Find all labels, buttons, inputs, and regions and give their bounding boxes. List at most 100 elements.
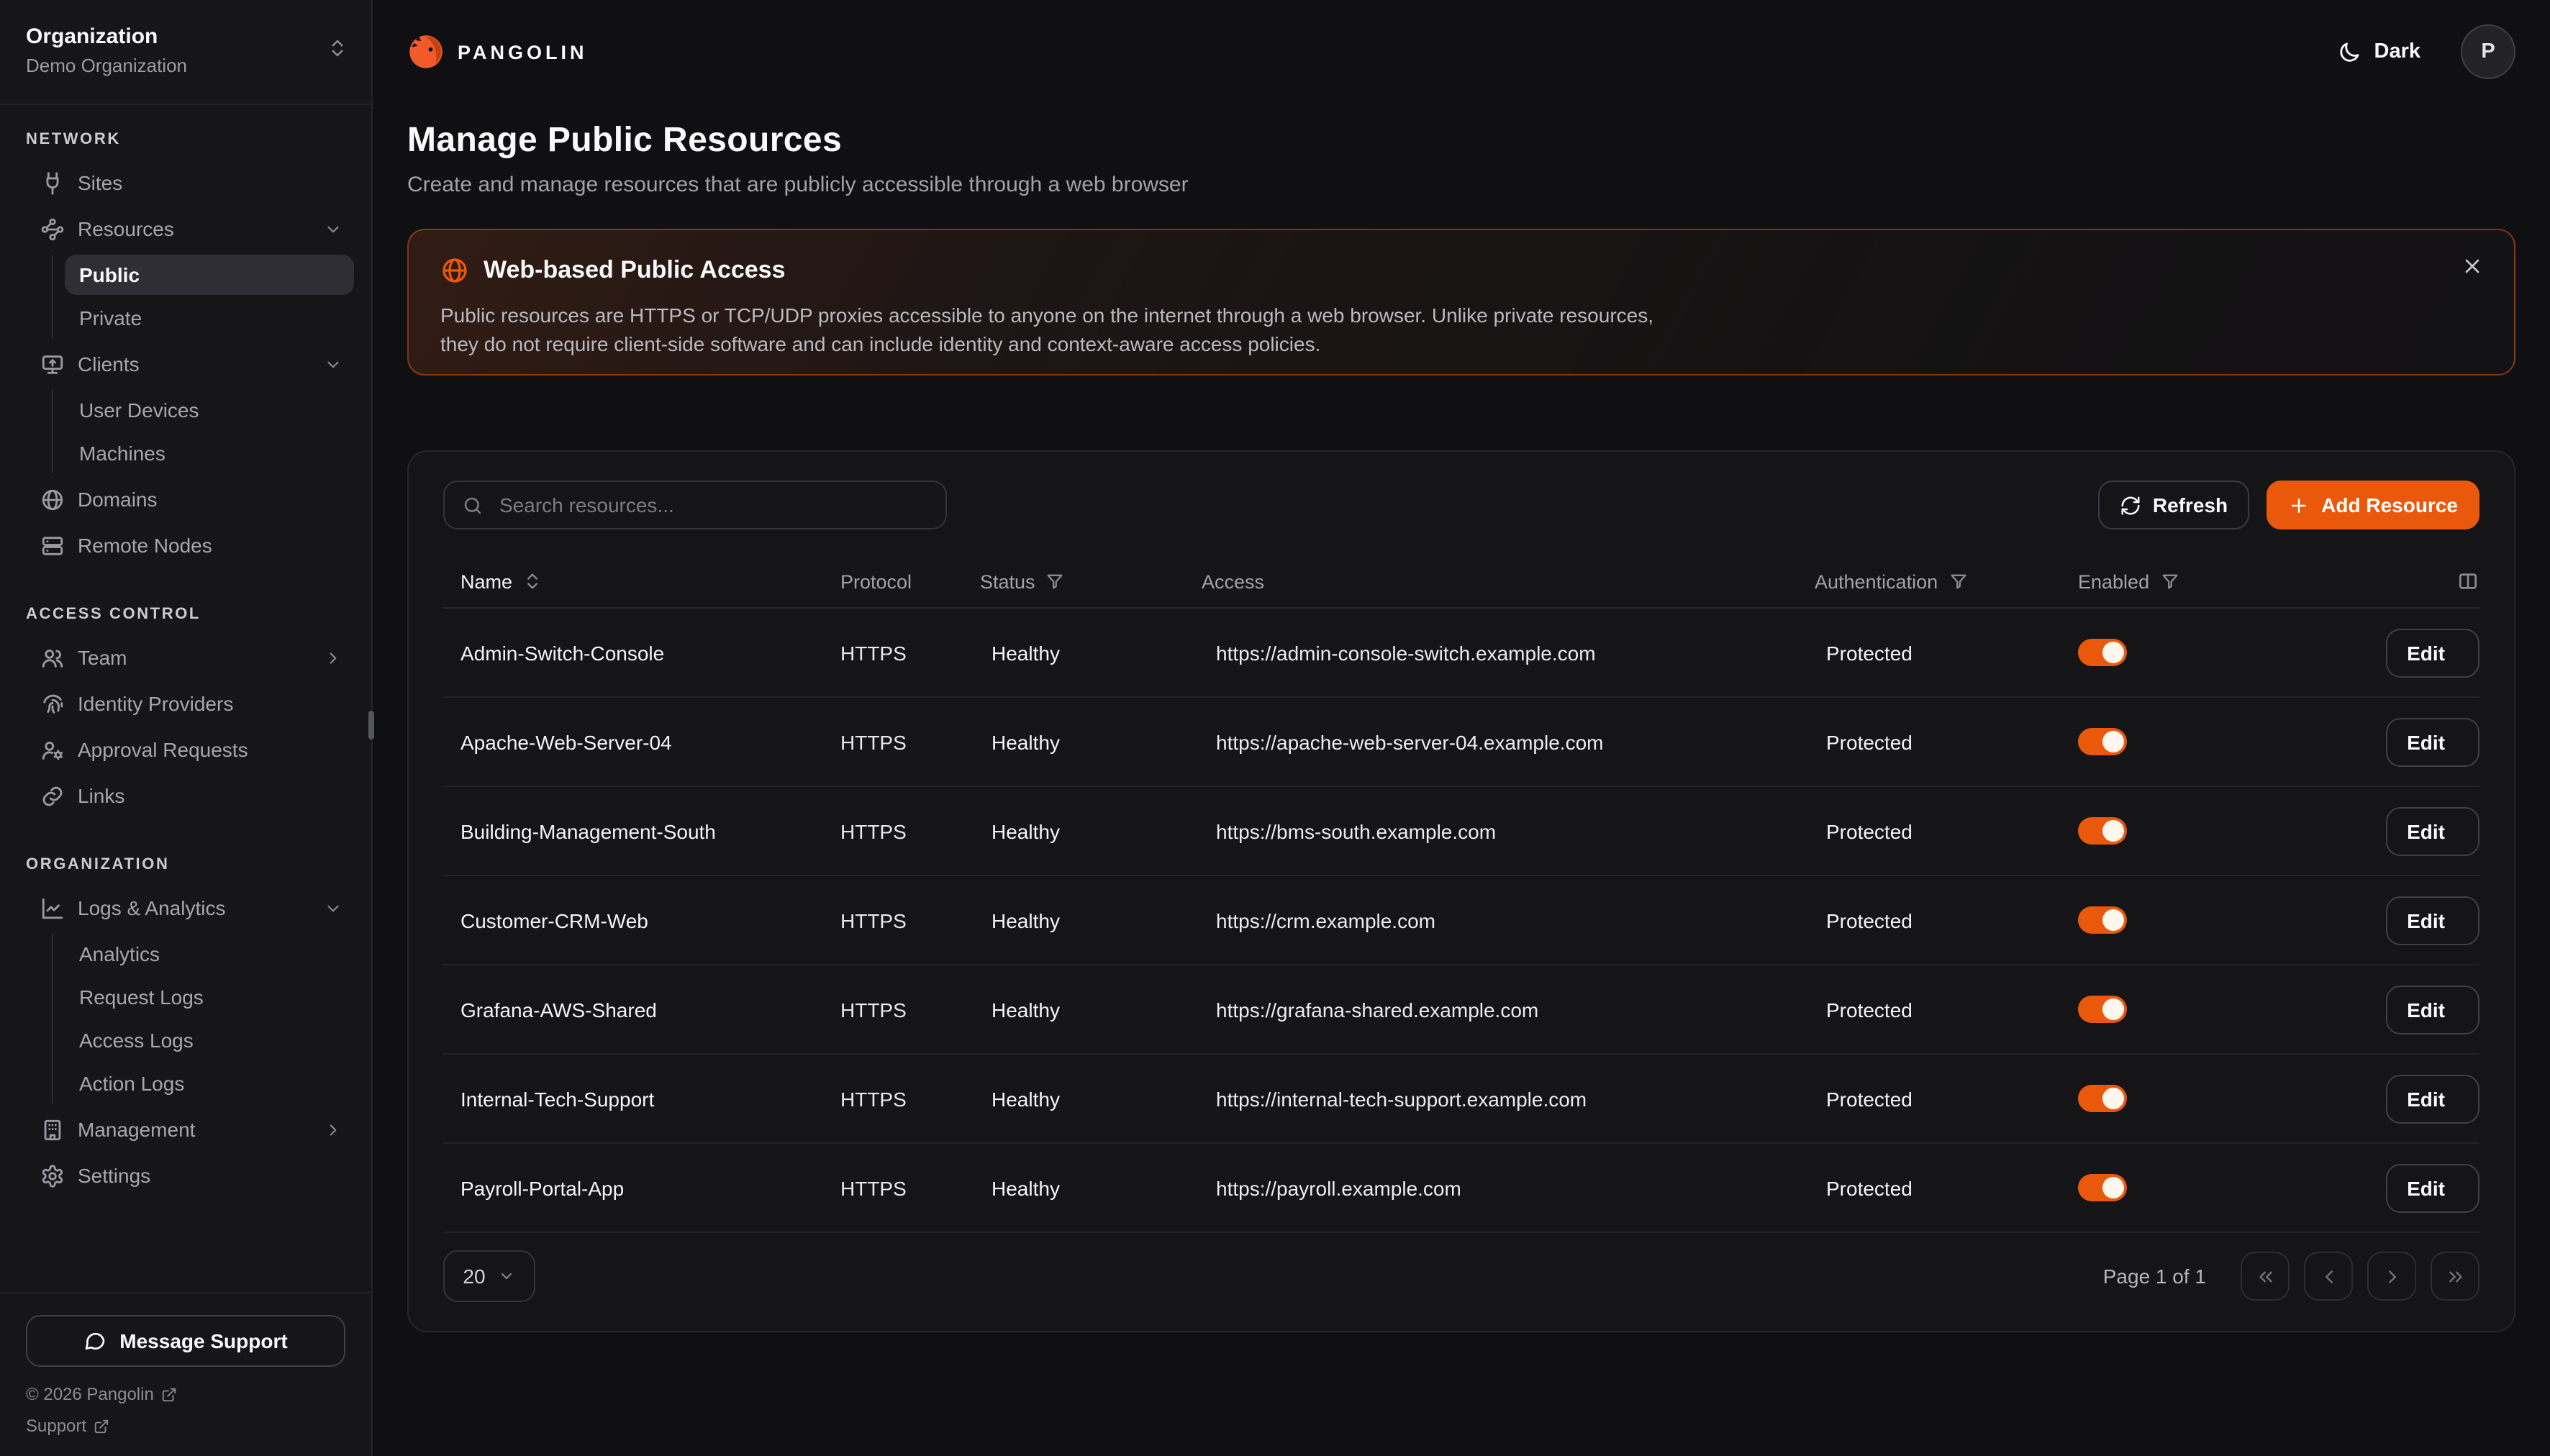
sidebar-item-management[interactable]: Management (26, 1106, 354, 1152)
resource-url[interactable]: https://payroll.example.com (1216, 1176, 1461, 1199)
banner-close-button[interactable] (2455, 249, 2490, 283)
resource-url[interactable]: https://crm.example.com (1216, 909, 1435, 932)
enabled-toggle[interactable] (2078, 1174, 2127, 1201)
enabled-toggle[interactable] (2078, 728, 2127, 755)
status-dropdown[interactable]: Healthy (980, 1087, 1202, 1110)
edit-button[interactable]: Edit (2385, 1074, 2479, 1123)
previous-page-button[interactable] (2304, 1252, 2353, 1301)
row-menu-button[interactable] (2356, 650, 2362, 655)
enabled-toggle[interactable] (2078, 639, 2127, 666)
sidebar-item-label: Domains (78, 488, 342, 511)
status-dropdown[interactable]: Healthy (980, 909, 1202, 932)
sidebar-item-analytics[interactable]: Analytics (65, 934, 354, 974)
copyright-link[interactable]: © 2026 Pangolin (26, 1384, 345, 1404)
search-input[interactable] (496, 492, 928, 518)
sidebar-resize-handle[interactable] (368, 711, 374, 740)
chevron-right-icon (2381, 1265, 2402, 1287)
sidebar-item-remote-nodes[interactable]: Remote Nodes (26, 522, 354, 568)
resource-access: https://payroll.example.com (1202, 1176, 1815, 1199)
row-menu-button[interactable] (2356, 1096, 2362, 1101)
sidebar-item-access-logs[interactable]: Access Logs (65, 1020, 354, 1060)
message-support-button[interactable]: Message Support (26, 1315, 345, 1367)
table-row[interactable]: Building-Management-South HTTPS Healthy … (443, 787, 2479, 876)
theme-toggle-button[interactable]: Dark (2328, 38, 2430, 65)
status-dropdown[interactable]: Healthy (980, 730, 1202, 753)
sidebar-item-action-logs[interactable]: Action Logs (65, 1063, 354, 1104)
brand[interactable]: PANGOLIN (407, 33, 588, 70)
sidebar-item-logs-analytics[interactable]: Logs & Analytics (26, 885, 354, 931)
sidebar-item-label: Machines (79, 442, 340, 465)
sidebar-item-identity-providers[interactable]: Identity Providers (26, 681, 354, 727)
org-switcher[interactable]: Organization Demo Organization (0, 0, 371, 105)
row-menu-button[interactable] (2356, 1185, 2362, 1191)
avatar-initial: P (2481, 40, 2495, 63)
page-size-value: 20 (463, 1265, 485, 1288)
sidebar-item-approval-requests[interactable]: Approval Requests (26, 727, 354, 773)
enabled-toggle[interactable] (2078, 996, 2127, 1023)
resource-url[interactable]: https://grafana-shared.example.com (1216, 998, 1538, 1021)
sidebar-item-private[interactable]: Private (65, 298, 354, 338)
add-resource-button[interactable]: Add Resource (2267, 481, 2479, 529)
filter-icon[interactable] (1045, 571, 1066, 591)
row-menu-button[interactable] (2356, 1006, 2362, 1012)
sidebar-item-label: Approval Requests (78, 738, 342, 761)
sidebar-item-request-logs[interactable]: Request Logs (65, 977, 354, 1017)
table-row[interactable]: Admin-Switch-Console HTTPS Healthy https… (443, 609, 2479, 698)
next-page-button[interactable] (2367, 1252, 2416, 1301)
row-menu-button[interactable] (2356, 739, 2362, 745)
columns-icon[interactable] (2456, 570, 2479, 593)
sidebar-item-links[interactable]: Links (26, 773, 354, 819)
sidebar-item-public[interactable]: Public (65, 255, 354, 295)
filter-icon[interactable] (1948, 571, 1968, 591)
sidebar-item-sites[interactable]: Sites (26, 160, 354, 206)
filter-icon[interactable] (2159, 571, 2179, 591)
first-page-button[interactable] (2241, 1252, 2290, 1301)
edit-button[interactable]: Edit (2385, 717, 2479, 766)
resource-protocol: HTTPS (840, 1087, 980, 1110)
table-row[interactable]: Grafana-AWS-Shared HTTPS Healthy https:/… (443, 965, 2479, 1055)
resource-url[interactable]: https://internal-tech-support.example.co… (1216, 1087, 1587, 1110)
resource-url[interactable]: https://admin-console-switch.example.com (1216, 641, 1596, 664)
sidebar-item-team[interactable]: Team (26, 634, 354, 681)
status-label: Healthy (992, 819, 1060, 842)
resource-name: Payroll-Portal-App (443, 1176, 840, 1199)
last-page-button[interactable] (2431, 1252, 2479, 1301)
table-row[interactable]: Customer-CRM-Web HTTPS Healthy https://c… (443, 876, 2479, 965)
enabled-toggle[interactable] (2078, 1085, 2127, 1112)
status-dropdown[interactable]: Healthy (980, 998, 1202, 1021)
edit-button[interactable]: Edit (2385, 1163, 2479, 1212)
sidebar-item-label: Resources (78, 217, 324, 240)
status-dropdown[interactable]: Healthy (980, 1176, 1202, 1199)
resource-protocol: HTTPS (840, 730, 980, 753)
page-size-select[interactable]: 20 (443, 1250, 535, 1302)
status-dropdown[interactable]: Healthy (980, 819, 1202, 842)
table-row[interactable]: Internal-Tech-Support HTTPS Healthy http… (443, 1055, 2479, 1144)
app: Organization Demo Organization NETWORKSi… (0, 0, 2550, 1456)
chevrons-up-down-icon (327, 37, 348, 66)
edit-button[interactable]: Edit (2385, 806, 2479, 855)
row-menu-button[interactable] (2356, 828, 2362, 834)
enabled-toggle[interactable] (2078, 906, 2127, 934)
table-row[interactable]: Payroll-Portal-App HTTPS Healthy https:/… (443, 1144, 2479, 1233)
sidebar-item-machines[interactable]: Machines (65, 433, 354, 473)
sidebar-item-settings[interactable]: Settings (26, 1152, 354, 1198)
user-avatar[interactable]: P (2461, 24, 2515, 79)
edit-button[interactable]: Edit (2385, 985, 2479, 1034)
sidebar-item-user-devices[interactable]: User Devices (65, 390, 354, 430)
edit-button[interactable]: Edit (2385, 628, 2479, 677)
edit-button[interactable]: Edit (2385, 896, 2479, 945)
enabled-toggle[interactable] (2078, 817, 2127, 845)
resource-enabled (2078, 906, 2236, 934)
sort-icon[interactable] (522, 571, 543, 591)
refresh-button[interactable]: Refresh (2098, 481, 2249, 529)
column-header-name[interactable]: Name (443, 570, 840, 592)
resource-url[interactable]: https://bms-south.example.com (1216, 819, 1496, 842)
row-menu-button[interactable] (2356, 917, 2362, 923)
sidebar-item-resources[interactable]: Resources (26, 206, 354, 252)
table-row[interactable]: Apache-Web-Server-04 HTTPS Healthy https… (443, 698, 2479, 787)
support-link[interactable]: Support (26, 1416, 345, 1436)
sidebar-item-clients[interactable]: Clients (26, 341, 354, 387)
sidebar-item-domains[interactable]: Domains (26, 476, 354, 522)
resource-url[interactable]: https://apache-web-server-04.example.com (1216, 730, 1603, 753)
status-dropdown[interactable]: Healthy (980, 641, 1202, 664)
